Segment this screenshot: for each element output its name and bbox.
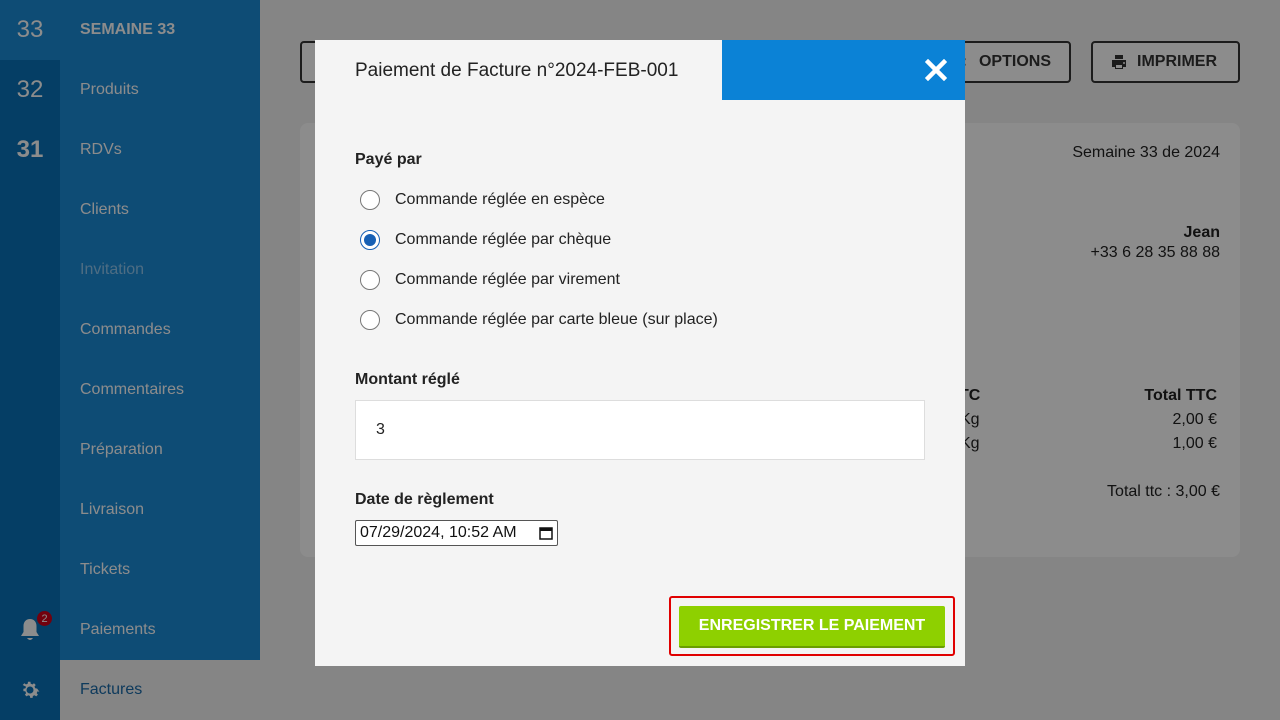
radio-label: Commande réglée par chèque [395, 231, 612, 248]
close-button[interactable] [722, 40, 965, 100]
payment-option-cash[interactable]: Commande réglée en espèce [360, 190, 605, 210]
payment-option-transfer[interactable]: Commande réglée par virement [360, 270, 620, 290]
close-icon [925, 59, 947, 81]
payment-option-card[interactable]: Commande réglée par carte bleue (sur pla… [360, 310, 718, 330]
radio-card[interactable] [360, 310, 380, 330]
save-payment-button[interactable]: ENREGISTRER LE PAIEMENT [679, 606, 945, 648]
radio-cheque[interactable] [360, 230, 380, 250]
radio-cash[interactable] [360, 190, 380, 210]
calendar-icon[interactable] [539, 526, 553, 540]
amount-label: Montant réglé [355, 371, 460, 388]
radio-transfer[interactable] [360, 270, 380, 290]
payment-option-cheque[interactable]: Commande réglée par chèque [360, 230, 611, 250]
radio-label: Commande réglée par carte bleue (sur pla… [395, 311, 718, 328]
modal-title: Paiement de Facture n°2024-FEB-001 [355, 60, 679, 81]
submit-highlight: ENREGISTRER LE PAIEMENT [669, 596, 955, 656]
radio-label: Commande réglée par virement [395, 271, 620, 288]
amount-input[interactable] [355, 400, 925, 460]
date-value: 07/29/2024, 10:52 AM [360, 524, 517, 541]
paid-by-label: Payé par [355, 151, 422, 168]
radio-label: Commande réglée en espèce [395, 191, 605, 208]
date-label: Date de règlement [355, 491, 494, 508]
payment-modal: Paiement de Facture n°2024-FEB-001 Payé … [315, 40, 965, 666]
payment-date-input[interactable]: 07/29/2024, 10:52 AM [355, 520, 558, 546]
